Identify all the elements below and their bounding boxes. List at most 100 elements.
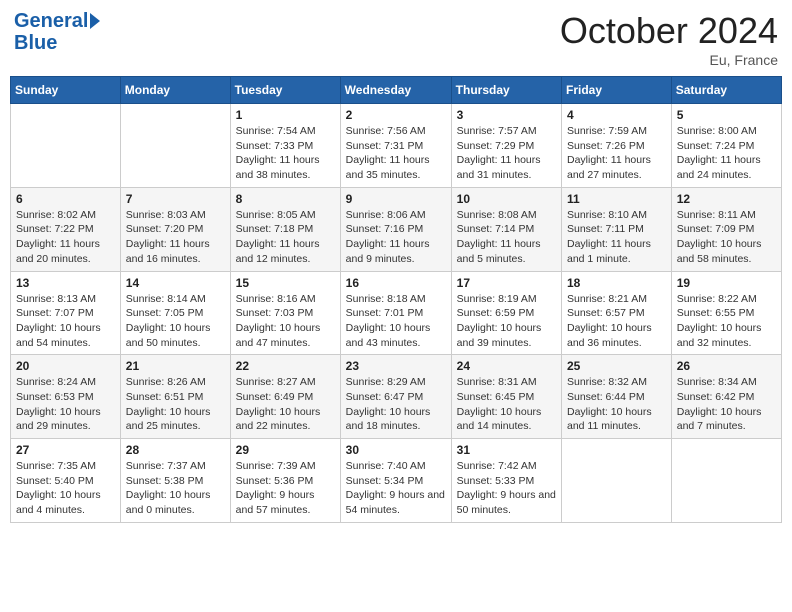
weekday-header-saturday: Saturday (671, 77, 781, 104)
calendar-cell: 12Sunrise: 8:11 AMSunset: 7:09 PMDayligh… (671, 187, 781, 271)
day-info: Sunrise: 8:18 AMSunset: 7:01 PMDaylight:… (346, 292, 446, 351)
day-number: 31 (457, 443, 556, 457)
calendar-cell: 14 Sunrise: 8:14 AMSunset: 7:05 PMDayligh… (120, 271, 230, 355)
calendar-cell: 5 Sunrise: 8:00 AMSunset: 7:24 PMDaylight… (671, 104, 781, 188)
calendar-cell (11, 104, 121, 188)
calendar-cell: 4 Sunrise: 7:59 AMSunset: 7:26 PMDaylight… (562, 104, 672, 188)
calendar-cell: 15 Sunrise: 8:16 AMSunset: 7:03 PMDayligh… (230, 271, 340, 355)
day-number: 30 (346, 443, 446, 457)
calendar-cell: 31Sunrise: 7:42 AMSunset: 5:33 PMDayligh… (451, 439, 561, 523)
calendar-cell: 23Sunrise: 8:29 AMSunset: 6:47 PMDayligh… (340, 355, 451, 439)
day-info: Sunrise: 7:57 AMSunset: 7:29 PMDaylight:… (457, 124, 556, 183)
logo: General Blue (14, 10, 100, 54)
day-info: Sunrise: 8:19 AMSunset: 6:59 PMDaylight:… (457, 292, 556, 351)
day-number: 5 (677, 108, 776, 122)
day-number: 3 (457, 108, 556, 122)
day-number: 2 (346, 108, 446, 122)
day-number: 4 (567, 108, 666, 122)
day-info: Sunrise: 8:13 AMSunset: 7:07 PMDaylight:… (16, 292, 115, 351)
page-header: General Blue October 2024 Eu, France (10, 10, 782, 68)
calendar-cell: 26 Sunrise: 8:34 AMSunset: 6:42 PMDayligh… (671, 355, 781, 439)
month-title: October 2024 Eu, France (560, 10, 778, 68)
calendar-cell (671, 439, 781, 523)
calendar-cell: 16 Sunrise: 8:18 AMSunset: 7:01 PMDayligh… (340, 271, 451, 355)
day-number: 11 (567, 192, 666, 206)
day-number: 26 (677, 359, 776, 373)
weekday-header-tuesday: Tuesday (230, 77, 340, 104)
day-number: 21 (126, 359, 225, 373)
day-number: 14 (126, 276, 225, 290)
logo-text: General (14, 10, 88, 32)
day-info: Sunrise: 7:59 AMSunset: 7:26 PMDaylight:… (567, 124, 666, 183)
day-number: 18 (567, 276, 666, 290)
day-info: Sunrise: 7:40 AMSunset: 5:34 PMDaylight:… (346, 459, 446, 518)
day-info: Sunrise: 8:27 AMSunset: 6:49 PMDaylight:… (236, 375, 335, 434)
day-number: 24 (457, 359, 556, 373)
day-info: Sunrise: 8:24 AMSunset: 6:53 PMDaylight:… (16, 375, 115, 434)
day-number: 10 (457, 192, 556, 206)
day-number: 25 (567, 359, 666, 373)
weekday-header-friday: Friday (562, 77, 672, 104)
day-info: Sunrise: 8:16 AMSunset: 7:03 PMDaylight:… (236, 292, 335, 351)
calendar-cell: 1Sunrise: 7:54 AMSunset: 7:33 PMDaylight… (230, 104, 340, 188)
calendar-cell: 21 Sunrise: 8:26 AMSunset: 6:51 PMDayligh… (120, 355, 230, 439)
calendar-week-1: 1Sunrise: 7:54 AMSunset: 7:33 PMDaylight… (11, 104, 782, 188)
calendar-cell: 17 Sunrise: 8:19 AMSunset: 6:59 PMDayligh… (451, 271, 561, 355)
day-info: Sunrise: 7:54 AMSunset: 7:33 PMDaylight:… (236, 124, 335, 183)
calendar-cell: 24 Sunrise: 8:31 AMSunset: 6:45 PMDayligh… (451, 355, 561, 439)
day-number: 15 (236, 276, 335, 290)
calendar-cell (120, 104, 230, 188)
calendar-cell: 2Sunrise: 7:56 AMSunset: 7:31 PMDaylight… (340, 104, 451, 188)
day-number: 9 (346, 192, 446, 206)
calendar-cell (562, 439, 672, 523)
day-info: Sunrise: 8:22 AMSunset: 6:55 PMDaylight:… (677, 292, 776, 351)
calendar-cell: 30 Sunrise: 7:40 AMSunset: 5:34 PMDayligh… (340, 439, 451, 523)
weekday-header-monday: Monday (120, 77, 230, 104)
day-number: 27 (16, 443, 115, 457)
day-info: Sunrise: 7:37 AMSunset: 5:38 PMDaylight:… (126, 459, 225, 518)
calendar-cell: 29Sunrise: 7:39 AMSunset: 5:36 PMDayligh… (230, 439, 340, 523)
day-number: 17 (457, 276, 556, 290)
calendar-cell: 22 Sunrise: 8:27 AMSunset: 6:49 PMDayligh… (230, 355, 340, 439)
day-info: Sunrise: 8:32 AMSunset: 6:44 PMDaylight:… (567, 375, 666, 434)
day-info: Sunrise: 8:03 AMSunset: 7:20 PMDaylight:… (126, 208, 225, 267)
day-number: 28 (126, 443, 225, 457)
day-number: 7 (126, 192, 225, 206)
day-info: Sunrise: 8:08 AMSunset: 7:14 PMDaylight:… (457, 208, 556, 267)
day-info: Sunrise: 7:39 AMSunset: 5:36 PMDaylight:… (236, 459, 335, 518)
day-info: Sunrise: 8:31 AMSunset: 6:45 PMDaylight:… (457, 375, 556, 434)
day-info: Sunrise: 8:34 AMSunset: 6:42 PMDaylight:… (677, 375, 776, 434)
calendar-cell: 3 Sunrise: 7:57 AMSunset: 7:29 PMDaylight… (451, 104, 561, 188)
calendar-week-3: 13 Sunrise: 8:13 AMSunset: 7:07 PMDayligh… (11, 271, 782, 355)
calendar-cell: 18 Sunrise: 8:21 AMSunset: 6:57 PMDayligh… (562, 271, 672, 355)
day-info: Sunrise: 8:00 AMSunset: 7:24 PMDaylight:… (677, 124, 776, 183)
calendar-week-4: 20 Sunrise: 8:24 AMSunset: 6:53 PMDayligh… (11, 355, 782, 439)
calendar-cell: 9 Sunrise: 8:06 AMSunset: 7:16 PMDaylight… (340, 187, 451, 271)
weekday-header-wednesday: Wednesday (340, 77, 451, 104)
day-info: Sunrise: 8:02 AMSunset: 7:22 PMDaylight:… (16, 208, 115, 267)
calendar-cell: 11 Sunrise: 8:10 AMSunset: 7:11 PMDayligh… (562, 187, 672, 271)
day-number: 19 (677, 276, 776, 290)
day-number: 13 (16, 276, 115, 290)
day-number: 6 (16, 192, 115, 206)
calendar-cell: 6 Sunrise: 8:02 AMSunset: 7:22 PMDaylight… (11, 187, 121, 271)
calendar-cell: 10 Sunrise: 8:08 AMSunset: 7:14 PMDayligh… (451, 187, 561, 271)
day-info: Sunrise: 8:11 AMSunset: 7:09 PMDaylight:… (677, 208, 776, 267)
day-info: Sunrise: 8:06 AMSunset: 7:16 PMDaylight:… (346, 208, 446, 267)
day-number: 16 (346, 276, 446, 290)
logo-text-blue: Blue (14, 32, 57, 54)
calendar-cell: 25 Sunrise: 8:32 AMSunset: 6:44 PMDayligh… (562, 355, 672, 439)
month-year: October 2024 (560, 10, 778, 52)
day-number: 23 (346, 359, 446, 373)
day-number: 22 (236, 359, 335, 373)
weekday-header-thursday: Thursday (451, 77, 561, 104)
day-info: Sunrise: 8:14 AMSunset: 7:05 PMDaylight:… (126, 292, 225, 351)
day-info: Sunrise: 8:21 AMSunset: 6:57 PMDaylight:… (567, 292, 666, 351)
calendar-cell: 7 Sunrise: 8:03 AMSunset: 7:20 PMDaylight… (120, 187, 230, 271)
day-number: 20 (16, 359, 115, 373)
weekday-header-row: SundayMondayTuesdayWednesdayThursdayFrid… (11, 77, 782, 104)
day-info: Sunrise: 8:10 AMSunset: 7:11 PMDaylight:… (567, 208, 666, 267)
calendar-cell: 8Sunrise: 8:05 AMSunset: 7:18 PMDaylight… (230, 187, 340, 271)
day-info: Sunrise: 8:26 AMSunset: 6:51 PMDaylight:… (126, 375, 225, 434)
calendar-cell: 28 Sunrise: 7:37 AMSunset: 5:38 PMDayligh… (120, 439, 230, 523)
